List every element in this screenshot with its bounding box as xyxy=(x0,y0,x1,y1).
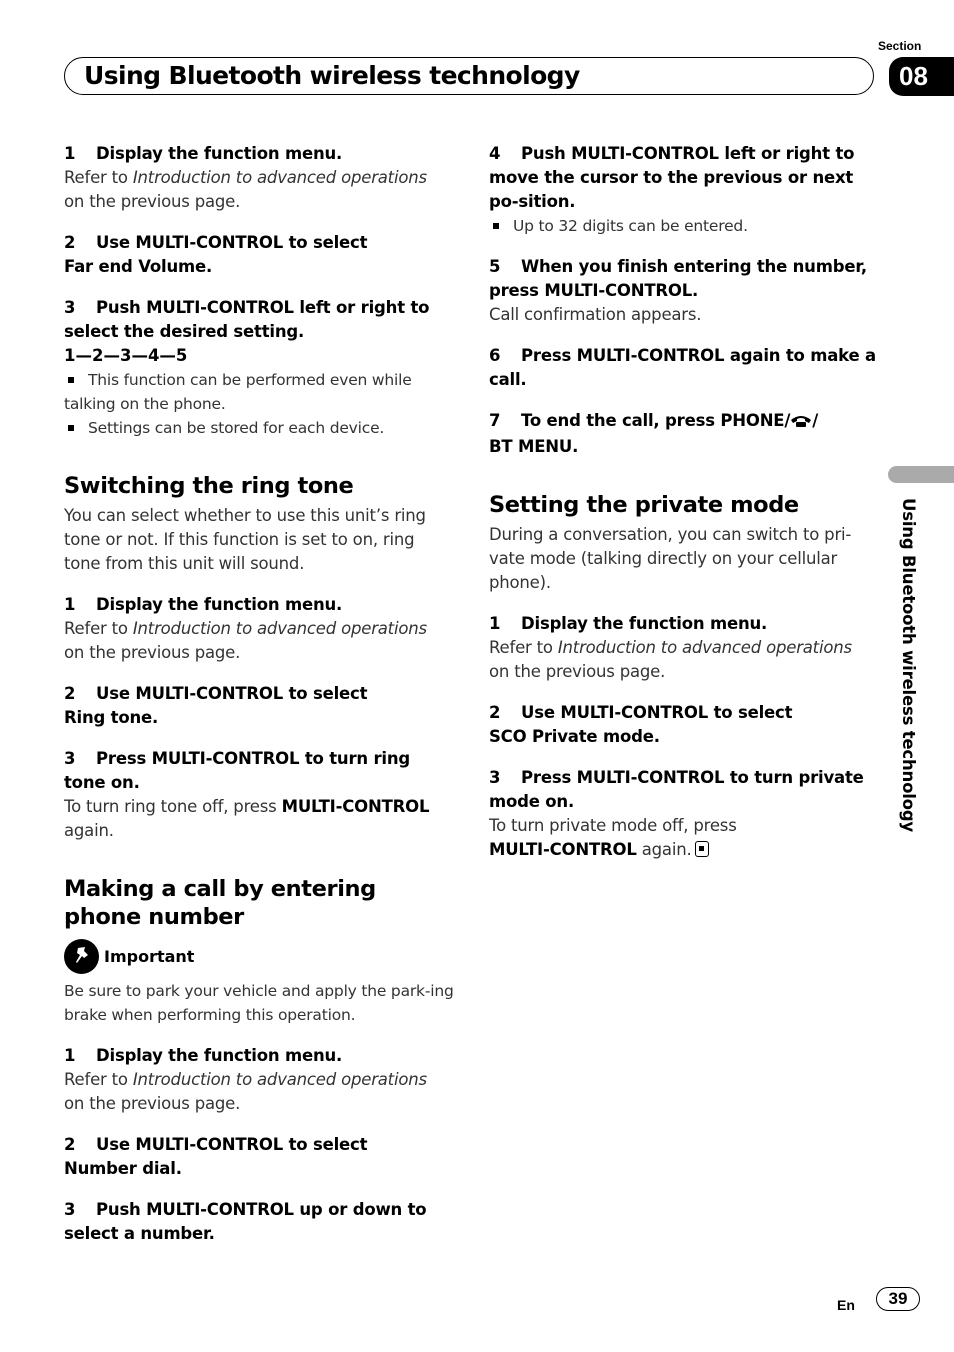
cross-reference-link: Introduction to advanced operations xyxy=(557,638,852,657)
step-body: Refer to Introduction to advanced operat… xyxy=(64,1070,427,1113)
setting-levels: 1—2—3—4—5 xyxy=(64,346,188,365)
section-heading-ring-tone: Switching the ring tone xyxy=(64,473,354,499)
step-heading: 2 Use MULTI-CONTROL to select SCO Private … xyxy=(489,703,793,746)
page-title: Using Bluetooth wireless technology xyxy=(84,61,580,90)
step-heading: 1 Display the function menu. xyxy=(489,614,768,633)
cross-reference-link: Introduction to advanced operations xyxy=(132,168,427,187)
square-bullet-icon xyxy=(68,424,74,431)
step-heading: 2 Use MULTI-CONTROL to select Ring tone. xyxy=(64,684,368,727)
square-bullet-icon xyxy=(68,376,74,383)
section-heading-private-mode: Setting the private mode xyxy=(489,492,799,518)
cross-reference-link: Introduction to advanced operations xyxy=(132,619,427,638)
phone-handset-icon xyxy=(790,411,812,435)
important-label: Important xyxy=(104,946,195,966)
step-heading: 1 Display the function menu. xyxy=(64,595,343,614)
section-heading-making-call: Making a call by entering phone number xyxy=(64,876,376,930)
step-body: To turn private mode off, press MULTI-CON… xyxy=(489,816,737,859)
language-label: En xyxy=(837,1297,855,1313)
pushpin-icon xyxy=(64,938,99,974)
section-number: 08 xyxy=(899,61,928,91)
step-heading: 2 Use MULTI-CONTROL to select Number dial. xyxy=(64,1135,368,1178)
note-item: Up to 32 digits can be entered. xyxy=(489,214,879,238)
section-intro: You can select whether to use this unit’… xyxy=(64,506,426,573)
cross-reference-link: Introduction to advanced operations xyxy=(132,1070,427,1089)
important-callout: Important xyxy=(64,937,454,975)
step-heading: 4 Push MULTI-CONTROL left or right to mov… xyxy=(489,144,855,211)
step-heading: 3 Press MULTI-CONTROL to turn private mod… xyxy=(489,768,864,811)
step-body: Refer to Introduction to advanced operat… xyxy=(64,619,427,662)
important-text: Be sure to park your vehicle and apply t… xyxy=(64,982,454,1024)
step-body: Refer to Introduction to advanced operat… xyxy=(489,638,852,681)
step-heading: 3 Push MULTI-CONTROL up or down to select… xyxy=(64,1200,427,1243)
step-body: To turn ring tone off, press MULTI-CONTR… xyxy=(64,797,430,840)
note-item: This function can be performed even whil… xyxy=(64,371,412,413)
step-heading: 1 Display the function menu. xyxy=(64,144,343,163)
page-number: 39 xyxy=(876,1287,920,1311)
step-heading: 1 Display the function menu. xyxy=(64,1046,343,1065)
step-heading: 7 To end the call, press PHONE// BT MENU. xyxy=(489,411,819,456)
section-label: Section xyxy=(878,39,922,53)
step-body: Refer to Introduction to advanced operat… xyxy=(64,168,427,211)
left-column: 1 Display the function menu. Refer to Int… xyxy=(64,142,454,1246)
step-body: Call confirmation appears. xyxy=(489,305,702,324)
step-heading: 5 When you finish entering the number, pr… xyxy=(489,257,867,300)
square-bullet-icon xyxy=(493,222,499,229)
step-heading: 3 Push MULTI-CONTROL left or right to sel… xyxy=(64,298,430,341)
step-heading: 2 Use MULTI-CONTROL to select Far end Volu… xyxy=(64,233,368,276)
step-heading: 3 Press MULTI-CONTROL to turn ring tone o… xyxy=(64,749,411,792)
right-column: 4 Push MULTI-CONTROL left or right to mov… xyxy=(489,142,879,862)
side-tab-label: Using Bluetooth wireless technology xyxy=(899,498,918,832)
section-intro: During a conversation, you can switch to… xyxy=(489,525,852,592)
end-of-section-icon xyxy=(694,841,709,857)
note-item: Settings can be stored for each device. xyxy=(64,416,454,440)
side-tab-marker xyxy=(888,466,954,483)
step-heading: 6 Press MULTI-CONTROL again to make a cal… xyxy=(489,346,876,389)
